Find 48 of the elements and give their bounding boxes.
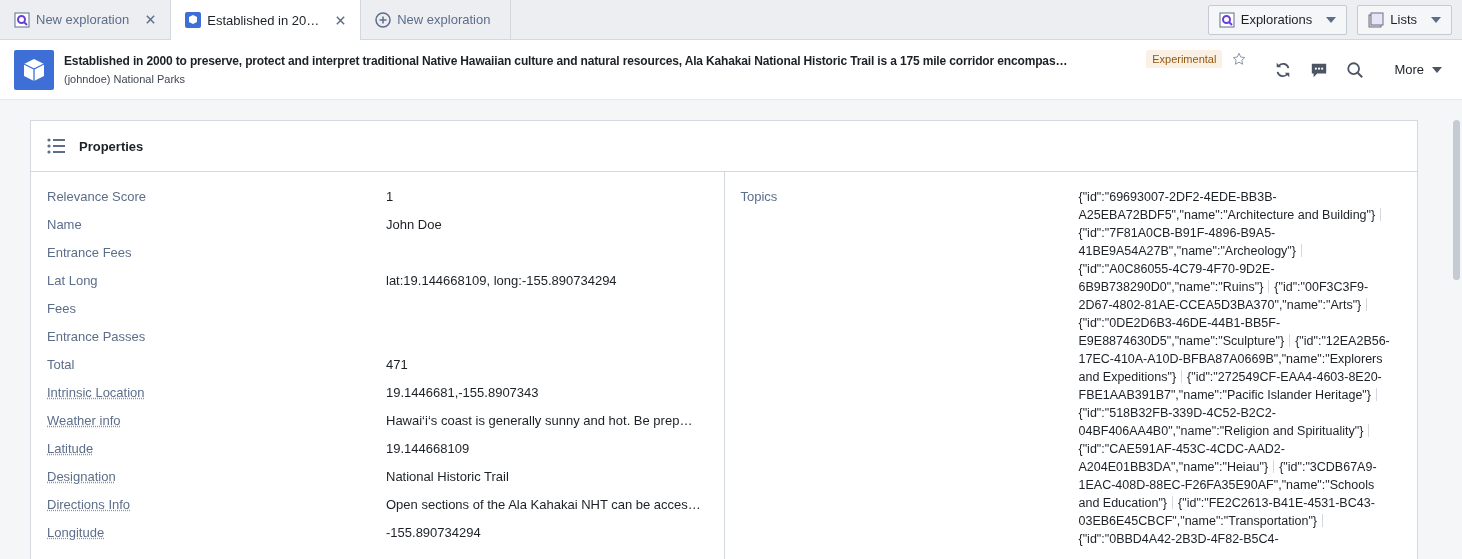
tab[interactable]: New exploration (361, 0, 512, 39)
caret-icon (1431, 16, 1441, 23)
search-icon (14, 11, 30, 28)
property-link[interactable]: Longitude (47, 524, 386, 542)
property-label: Name (47, 216, 83, 234)
property-link[interactable]: Intrinsic Location (47, 384, 386, 402)
property-label: Relevance Score (47, 188, 147, 206)
close-icon[interactable] (335, 14, 347, 26)
close-icon[interactable] (145, 14, 157, 25)
property-label: Entrance Fees (47, 244, 133, 262)
property-value: 19.1446681,-155.8907343 (386, 384, 539, 402)
property-value: -155.890734294 (386, 524, 481, 542)
property-value: John Doe (386, 216, 442, 234)
property-label: Fees (47, 300, 77, 318)
property-value: 1 (386, 188, 394, 206)
list-icon (47, 138, 65, 154)
property-link[interactable]: Latitude (47, 440, 386, 458)
experimental-badge: Experimental (1146, 50, 1223, 68)
property-label: Total (47, 356, 76, 374)
dropdown-button[interactable]: Lists (1357, 4, 1452, 35)
add-icon (375, 11, 392, 28)
property-link[interactable]: Weather info (47, 412, 386, 430)
property-value: 471 (386, 356, 408, 374)
cube-icon (14, 49, 54, 90)
property-value: lat:19.144668109, long:-155.890734294 (386, 272, 617, 290)
search-icon (1218, 11, 1235, 28)
tab[interactable]: Established in 20… (171, 0, 362, 40)
object-title: Established in 2000 to preserve, protect and interpret traditional Native Hawaiian culture and natural resources, Ala Kahakai National Historic Trail is a 175 mile corridor encompas… (64, 54, 1069, 68)
star-icon[interactable] (1232, 52, 1247, 66)
property-link[interactable]: Directions Info (47, 496, 386, 514)
property-label: Entrance Passes (47, 328, 147, 346)
caret-icon (1326, 16, 1337, 23)
property-value: Open sections of the Ala Kahakai NHT can be acces… (386, 496, 701, 514)
property-link[interactable]: Designation (47, 468, 386, 486)
caret-icon (1432, 66, 1442, 73)
search-icon[interactable] (1346, 60, 1365, 79)
stack-icon (1368, 11, 1385, 28)
topics-value: {"id":"69693007-2DF2-4EDE-BB3B-A25EBA72BDF5","name":"Architecture and Building"} {"id":"7F81A0CB-B91F-4896-B9A5-41BE9A54A27B","name":"Archeology"} {"id":"A0C86055-4C79-4F70-9D2E-6B9B738290D0","name":"Ruins"} {"id":"00F3C3F9-2D67-4802-81AE-CCEA5D3BA370","name":"Arts"} {"id":"0DE2D6B3-46DE-44B1-BB5F-E9E8874630D5","name":"Sculpture"} {"id":"12EA2B56-17EC-410A-A10D-BFBA87A0669B","name":"Explorers and Expeditions"} {"id":"272549CF-EAA4-4603-8E20-FBE1AAB391B7","name":"Pacific Islander Heritage"} {"id":"518B32FB-339D-4C52-B2C2-04BF406AA4B0","name":"Religion and Spirituality"} {"id":"CAE591AF-453C-4CDC-AAD2-A204E01BB3DA","name":"Heiau"} {"id":"3CDB67A9-1EAC-408D-88EC-F26FA35E90AF","name":"Schools and Education"} {"id":"FE2C2613-B41E-4531-BC43-03EB6E45CBCF","name":"Transportation"} {"id":"0BBD4A42-2B3D-4F82-B5C4- (1078, 189, 1391, 548)
property-label: Topics (740, 188, 779, 206)
property-value: National Historic Trail (386, 468, 509, 486)
more-button[interactable]: More (1388, 61, 1448, 78)
cube-icon (185, 12, 202, 28)
property-value: 19.144668109 (386, 440, 470, 458)
object-subtitle: (johndoe) National Parks (64, 73, 187, 85)
property-label: Lat Long (47, 272, 99, 290)
panel-title: Properties (79, 138, 144, 154)
dropdown-button[interactable]: Explorations (1207, 4, 1348, 35)
property-value: Hawai‘i‘s coast is generally sunny and hot. Be prep… (386, 412, 693, 430)
